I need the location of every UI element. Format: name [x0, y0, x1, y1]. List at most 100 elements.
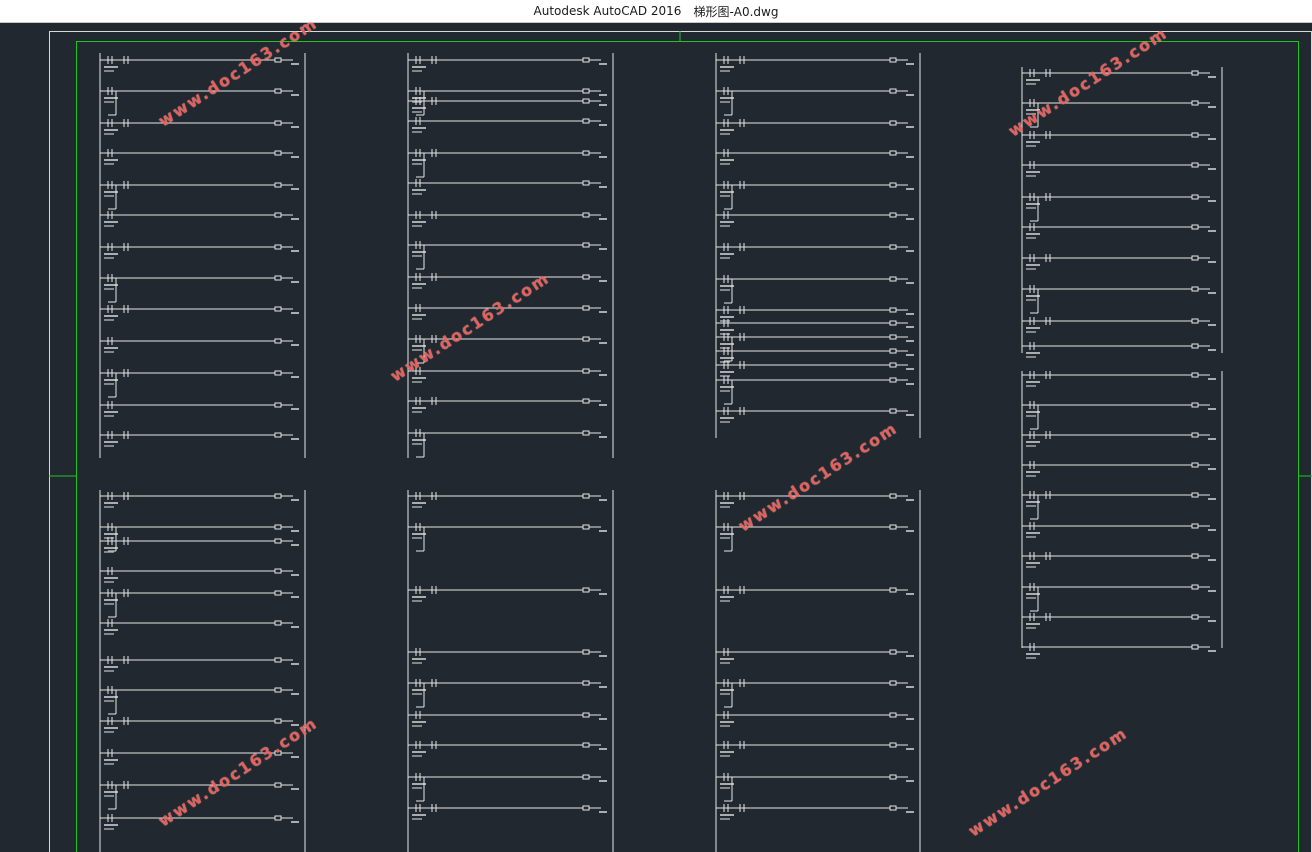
coil-label	[291, 693, 299, 695]
output-coil	[274, 212, 282, 218]
output-coil	[1191, 162, 1199, 168]
contact-label	[104, 633, 114, 635]
contact-label	[720, 253, 734, 255]
coil-label	[599, 124, 607, 126]
coil-label	[291, 499, 299, 501]
contact-label	[1026, 623, 1040, 625]
coil-label	[1208, 408, 1216, 410]
output-coil	[1191, 614, 1199, 620]
output-coil	[274, 120, 282, 126]
contact-label	[1026, 381, 1040, 383]
output-coil	[889, 742, 897, 748]
contact-label	[720, 506, 730, 508]
contact-label	[720, 70, 730, 72]
contact-label	[104, 319, 114, 321]
coil-label	[599, 499, 607, 501]
output-coil	[582, 150, 590, 156]
contact-label	[720, 133, 730, 135]
output-coil	[889, 150, 897, 156]
contact-label	[1026, 83, 1036, 85]
contact-label	[1026, 331, 1036, 333]
contact-label	[104, 221, 118, 223]
coil-label	[599, 280, 607, 282]
output-coil	[889, 362, 897, 368]
coil-label	[291, 756, 299, 758]
contact-label	[412, 596, 426, 598]
coil-label	[906, 188, 914, 190]
contact-label	[720, 537, 730, 539]
coil-label	[599, 186, 607, 188]
contact-label	[104, 577, 118, 579]
contact-label	[412, 225, 422, 227]
output-coil	[1191, 255, 1199, 261]
coil-label	[599, 218, 607, 220]
contact-label	[412, 537, 422, 539]
output-coil	[274, 244, 282, 250]
contact-label	[104, 195, 114, 197]
output-coil	[582, 524, 590, 530]
contact-label	[104, 66, 118, 68]
contact-label	[104, 795, 114, 797]
coil-label	[906, 748, 914, 750]
contact-label	[720, 725, 730, 727]
output-coil	[1191, 372, 1199, 378]
contact-label	[104, 670, 114, 672]
contact-label	[412, 693, 422, 695]
contact-label	[412, 721, 426, 723]
contact-label	[412, 662, 422, 664]
output-coil	[1191, 100, 1199, 106]
contact-label	[1026, 237, 1036, 239]
output-coil	[274, 590, 282, 596]
contact-label	[412, 314, 426, 316]
output-coil	[274, 306, 282, 312]
coil-label	[291, 626, 299, 628]
contact-label	[104, 351, 114, 353]
coil-label	[906, 383, 914, 385]
app-name: Autodesk AutoCAD 2016	[533, 4, 682, 18]
coil-label	[291, 344, 299, 346]
coil-label	[599, 655, 607, 657]
output-coil	[889, 244, 897, 250]
output-coil	[582, 430, 590, 436]
coil-label	[291, 544, 299, 546]
contact-label	[1026, 653, 1040, 655]
coil-label	[291, 63, 299, 65]
coil-label	[599, 686, 607, 688]
contact-label	[720, 502, 734, 504]
coil-label	[1208, 138, 1216, 140]
contact-label	[720, 163, 730, 165]
contact-label	[104, 347, 118, 349]
coil-label	[1208, 349, 1216, 351]
output-coil	[582, 805, 590, 811]
coil-label	[1208, 650, 1216, 652]
output-coil	[889, 212, 897, 218]
output-coil	[889, 774, 897, 780]
output-coil	[274, 524, 282, 530]
coil-label	[599, 404, 607, 406]
contact-label	[412, 283, 426, 285]
output-coil	[889, 524, 897, 530]
drawing-canvas[interactable]: www.doc163.com www.doc163.com www.doc163…	[0, 23, 1312, 852]
output-coil	[1191, 584, 1199, 590]
output-coil	[582, 368, 590, 374]
output-coil	[274, 275, 282, 281]
contact-label	[104, 163, 114, 165]
output-coil	[582, 212, 590, 218]
output-coil	[582, 98, 590, 104]
output-coil	[274, 687, 282, 693]
contact-label	[104, 581, 114, 583]
contact-label	[1026, 566, 1036, 568]
output-coil	[1191, 462, 1199, 468]
contact-label	[720, 600, 730, 602]
output-coil	[274, 718, 282, 724]
coil-label	[291, 574, 299, 576]
contact-label	[1026, 352, 1040, 354]
coil-label	[1208, 76, 1216, 78]
contact-label	[1026, 415, 1036, 417]
contact-label	[104, 506, 114, 508]
coil-label	[1208, 559, 1216, 561]
output-coil	[274, 782, 282, 788]
coil-label	[291, 126, 299, 128]
contact-label	[720, 225, 730, 227]
coil-label	[906, 593, 914, 595]
